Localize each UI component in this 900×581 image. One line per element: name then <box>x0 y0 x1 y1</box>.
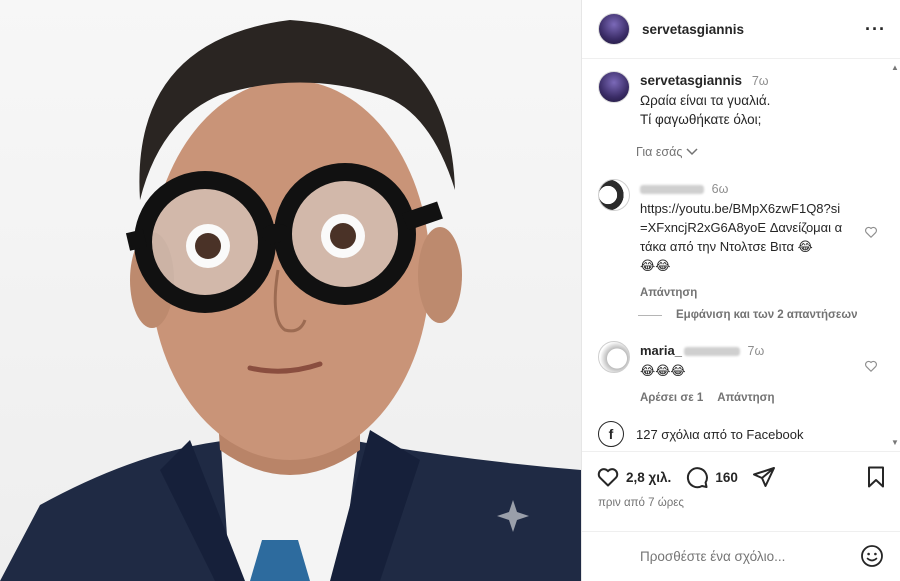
comments-count[interactable]: 160 <box>715 470 738 485</box>
caption-avatar[interactable] <box>598 71 630 103</box>
blurred-username <box>683 347 740 357</box>
reply-divider-line <box>638 314 662 316</box>
view-replies-button[interactable]: Εμφάνιση και των 2 απαντήσεων <box>638 309 858 321</box>
caption-text-line2: Τί φαγωθήκατε όλοι; <box>640 112 762 127</box>
instagram-post-modal: servetasgiannis ··· servetasgiannis 7ω Ω… <box>0 0 900 581</box>
bookmark-icon[interactable] <box>864 465 888 489</box>
for-you-label: Για εσάς <box>636 145 683 159</box>
like-comment-heart-icon[interactable] <box>864 225 878 239</box>
comment-username[interactable]: maria_ <box>640 343 682 358</box>
comment-item: maria_ 7ω 😂😂😂 Αρέσει σε 1 Απάντηση <box>598 341 888 408</box>
share-send-icon[interactable] <box>752 465 776 489</box>
scroll-down-icon[interactable]: ▼ <box>891 438 899 447</box>
comment-text: https://youtu.be/BMpX6zwF1Q8?si=XFxncjR2… <box>640 201 843 254</box>
post-header: servetasgiannis ··· <box>582 0 900 59</box>
post-timestamp[interactable]: πριν από 7 ώρες <box>598 497 684 509</box>
portrait-illustration <box>0 20 581 581</box>
like-heart-icon[interactable] <box>596 465 620 489</box>
comments-list: servetasgiannis 7ω Ωραία είναι τα γυαλιά… <box>582 59 888 451</box>
reply-button[interactable]: Απάντηση <box>640 284 697 303</box>
like-comment-heart-icon[interactable] <box>864 359 878 373</box>
comment-time: 7ω <box>747 344 765 358</box>
add-comment-input[interactable] <box>640 549 840 564</box>
more-options-icon[interactable]: ··· <box>865 20 886 38</box>
caption-username[interactable]: servetasgiannis <box>640 73 742 88</box>
for-you-toggle[interactable]: Για εσάς <box>636 145 698 159</box>
comment-avatar[interactable] <box>598 341 630 373</box>
comment-item: 6ω https://youtu.be/BMpX6zwF1Q8?si=XFxnc… <box>598 179 888 303</box>
comment-avatar[interactable] <box>598 179 630 211</box>
author-avatar[interactable] <box>598 13 630 45</box>
caption: servetasgiannis 7ω Ωραία είναι τα γυαλιά… <box>598 71 770 129</box>
comment-bubble-icon[interactable] <box>685 465 709 489</box>
facebook-icon: f <box>598 421 624 447</box>
comment-likes[interactable]: Αρέσει σε 1 <box>640 389 703 408</box>
facebook-comments-label: 127 σχόλια από το Facebook <box>636 426 804 442</box>
post-actions: 2,8 χιλ. 160 πριν από 7 ώρες <box>582 451 900 531</box>
likes-count[interactable]: 2,8 χιλ. <box>626 470 671 485</box>
facebook-comments-link[interactable]: f 127 σχόλια από το Facebook <box>598 421 804 447</box>
comment-emojis: 😂😂 <box>640 258 671 273</box>
author-username[interactable]: servetasgiannis <box>642 22 744 37</box>
scroll-up-icon[interactable]: ▲ <box>891 63 899 72</box>
chevron-down-icon <box>686 148 698 156</box>
view-replies-label: Εμφάνιση και των 2 απαντήσεων <box>676 309 858 321</box>
post-sidebar: servetasgiannis ··· servetasgiannis 7ω Ω… <box>581 0 900 581</box>
comments-scrollbar[interactable]: ▲ ▼ <box>888 59 900 451</box>
comment-time: 6ω <box>711 182 729 196</box>
blurred-username <box>640 185 704 195</box>
emoji-smile-icon[interactable] <box>860 544 884 568</box>
reply-button[interactable]: Απάντηση <box>717 389 774 408</box>
caption-text-line1: Ωραία είναι τα γυαλιά. <box>640 93 771 108</box>
caption-time: 7ω <box>751 74 769 88</box>
comment-emojis: 😂😂😂 <box>640 363 686 378</box>
add-comment-bar <box>582 531 900 581</box>
post-photo[interactable] <box>0 0 581 581</box>
